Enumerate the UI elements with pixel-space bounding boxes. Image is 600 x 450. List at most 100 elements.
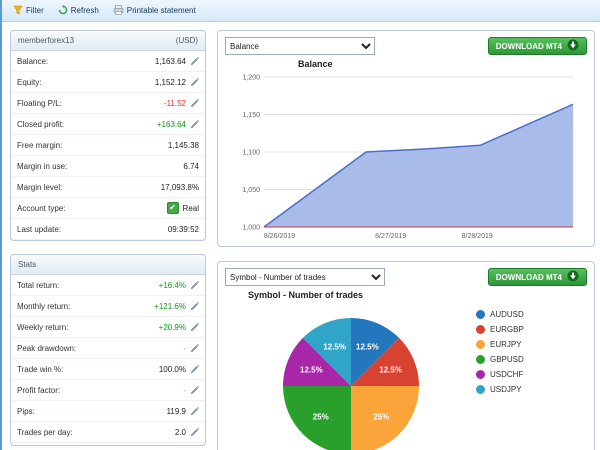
edit-icon[interactable] (190, 57, 199, 66)
row-label: Profit factor: (17, 386, 183, 395)
svg-text:1,000: 1,000 (242, 225, 260, 232)
account-name: memberforex13 (18, 36, 74, 45)
download-mt4-button[interactable]: DOWNLOAD MT4 (488, 37, 587, 55)
data-row: Last update: ✔ 09:39:52 (11, 219, 205, 240)
edit-icon[interactable] (190, 365, 199, 374)
data-row: Closed profit: ✔ +163.64 (11, 114, 205, 135)
row-value: 17,093.8% (161, 183, 199, 192)
stats-panel: Stats Total return: ✔ +16.4% Monthly ret… (10, 254, 206, 446)
data-row: Floating P/L: ✔ -11.52 (11, 93, 205, 114)
data-row: Trades per day: ✔ 2.0 (11, 422, 205, 443)
edit-icon[interactable] (190, 99, 199, 108)
account-rows: Balance: ✔ 1,163.64 Equity: ✔ 1,152.12 F… (11, 51, 205, 240)
legend-color-dot (476, 385, 485, 394)
printer-icon (113, 5, 124, 17)
stats-panel-header: Stats (11, 255, 205, 275)
legend-color-dot (476, 370, 485, 379)
legend-label: USDCHF (490, 370, 523, 379)
filter-button[interactable]: Filter (8, 5, 49, 17)
legend-label: GBPUSD (490, 355, 524, 364)
svg-text:12.5%: 12.5% (356, 342, 379, 351)
legend-item: AUDUSD (476, 310, 586, 319)
refresh-label: Refresh (71, 6, 99, 15)
svg-text:12.5%: 12.5% (379, 366, 402, 375)
row-label: Monthly return: (17, 302, 154, 311)
data-row: Equity: ✔ 1,152.12 (11, 72, 205, 93)
legend-color-dot (476, 340, 485, 349)
row-label: Balance: (17, 57, 155, 66)
filter-label: Filter (26, 6, 44, 15)
edit-icon[interactable] (190, 120, 199, 129)
data-row: Weekly return: ✔ +20.9% (11, 317, 205, 338)
download-mt4-label-2: DOWNLOAD MT4 (496, 273, 562, 282)
svg-text:25%: 25% (313, 412, 329, 421)
svg-text:8/27/2019: 8/27/2019 (375, 233, 406, 240)
row-value: - (183, 344, 186, 353)
row-value: 2.0 (175, 428, 186, 437)
row-value: 1,145.38 (168, 141, 199, 150)
edit-icon[interactable] (190, 302, 199, 311)
row-label: Total return: (17, 281, 159, 290)
printable-statement-label: Printable statement (127, 6, 196, 15)
row-label: Margin in use: (17, 162, 183, 171)
stats-rows: Total return: ✔ +16.4% Monthly return: ✔… (11, 275, 205, 443)
row-label: Closed profit: (17, 120, 157, 129)
download-arrow-icon (567, 270, 579, 284)
symbol-pie-chart: 12.5%12.5%25%25%12.5%12.5% (261, 300, 441, 450)
row-label: Margin level: (17, 183, 161, 192)
refresh-button[interactable]: Refresh (53, 5, 104, 17)
stats-title: Stats (18, 260, 36, 269)
row-label: Peak drawdown: (17, 344, 183, 353)
row-value: -11.52 (164, 99, 186, 108)
edit-icon[interactable] (190, 386, 199, 395)
data-row: Account type: ✔ Real (11, 198, 205, 219)
account-dashboard: Filter Refresh Printable statement membe… (0, 0, 600, 450)
row-value: +121.6% (154, 302, 186, 311)
right-column: Balance DOWNLOAD MT4 Balance 1,0001,0501… (217, 30, 595, 450)
row-label: Trades per day: (17, 428, 175, 437)
edit-icon[interactable] (190, 428, 199, 437)
edit-icon[interactable] (190, 78, 199, 87)
svg-text:1,100: 1,100 (242, 150, 260, 157)
row-label: Equity: (17, 78, 155, 87)
pie-legend: AUDUSDEURGBPEURJPYGBPUSDUSDCHFUSDJPY (476, 300, 586, 450)
data-row: Margin level: ✔ 17,093.8% (11, 177, 205, 198)
legend-item: EURJPY (476, 340, 586, 349)
edit-icon[interactable] (190, 323, 199, 332)
symbol-chart-type-select[interactable]: Symbol - Number of trades (225, 268, 385, 286)
svg-text:12.5%: 12.5% (300, 366, 323, 375)
download-mt4-button-2[interactable]: DOWNLOAD MT4 (488, 268, 587, 286)
data-row: Margin in use: ✔ 6.74 (11, 156, 205, 177)
svg-text:25%: 25% (373, 412, 389, 421)
row-value: 09:39:52 (168, 225, 199, 234)
svg-text:1,150: 1,150 (242, 112, 260, 119)
row-value: 119.9 (167, 407, 186, 416)
svg-text:8/28/2019: 8/28/2019 (462, 233, 493, 240)
edit-icon[interactable] (190, 281, 199, 290)
printable-statement-button[interactable]: Printable statement (108, 5, 201, 17)
data-row: Pips: ✔ 119.9 (11, 401, 205, 422)
row-value: +16.4% (159, 281, 186, 290)
edit-icon[interactable] (190, 344, 199, 353)
legend-item: USDCHF (476, 370, 586, 379)
legend-label: AUDUSD (490, 310, 524, 319)
balance-chart-panel: Balance DOWNLOAD MT4 Balance 1,0001,0501… (217, 30, 595, 247)
row-value: +20.9% (159, 323, 186, 332)
legend-color-dot (476, 325, 485, 334)
balance-chart-controls: Balance DOWNLOAD MT4 (218, 31, 594, 58)
row-label: Last update: (17, 225, 168, 234)
refresh-icon (58, 5, 68, 17)
legend-item: GBPUSD (476, 355, 586, 364)
svg-text:8/26/2019: 8/26/2019 (264, 233, 295, 240)
balance-chart-type-select[interactable]: Balance (225, 37, 375, 55)
legend-item: USDJPY (476, 385, 586, 394)
left-column: memberforex13 (USD) Balance: ✔ 1,163.64 … (10, 30, 206, 446)
edit-icon[interactable] (190, 407, 199, 416)
data-row: Peak drawdown: ✔ - (11, 338, 205, 359)
account-panel-header: memberforex13 (USD) (11, 31, 205, 51)
row-label: Trade win %: (17, 365, 159, 374)
real-checkbox-icon: ✔ (167, 202, 179, 214)
symbol-chart-title: Symbol - Number of trades (248, 290, 594, 300)
row-value: Real (183, 204, 199, 213)
row-value: 100.0% (159, 365, 186, 374)
